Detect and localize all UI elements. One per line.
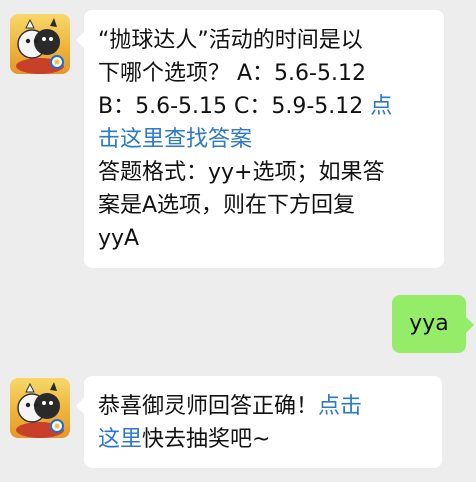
lottery-link[interactable]: 这里: [98, 427, 142, 452]
message-text-segment: B：5.6-5.15 C：5.9-5.12: [98, 94, 371, 119]
message-text-line: 下哪个选项？ A：5.6-5.12: [98, 61, 366, 86]
message-text-segment: 快去抽奖吧~: [142, 427, 271, 452]
find-answer-link[interactable]: 击这里查找答案: [98, 123, 432, 156]
game-mascot-avatar-icon: [16, 382, 64, 438]
message-text-line: 恭喜御灵师回答正确！点击: [98, 390, 430, 423]
message-bubble-question: “抛球达人”活动的时间是以 下哪个选项？ A：5.6-5.12 B：5.6-5.…: [76, 10, 444, 268]
message-bubble-reply: yya: [392, 295, 474, 353]
find-answer-link[interactable]: 点: [370, 94, 392, 119]
message-text-line: B：5.6-5.15 C：5.9-5.12 点: [98, 90, 432, 123]
lottery-link[interactable]: 点击: [318, 394, 362, 419]
message-text-line: “抛球达人”活动的时间是以: [98, 28, 363, 53]
bot-avatar[interactable]: [10, 378, 70, 438]
message-bubble-result: 恭喜御灵师回答正确！点击 这里快去抽奖吧~: [76, 376, 442, 468]
message-text-segment: 恭喜御灵师回答正确！: [98, 394, 319, 419]
game-mascot-avatar-icon: [16, 18, 64, 74]
message-text-line: yyA: [98, 226, 140, 251]
reply-text: yya: [409, 311, 449, 336]
message-text-line: 答题格式：yy+选项；如果答: [98, 160, 385, 185]
message-text-line: 这里快去抽奖吧~: [98, 423, 430, 456]
bot-avatar[interactable]: [10, 14, 70, 74]
message-text-line: 案是A选项，则在下方回复: [98, 193, 356, 218]
